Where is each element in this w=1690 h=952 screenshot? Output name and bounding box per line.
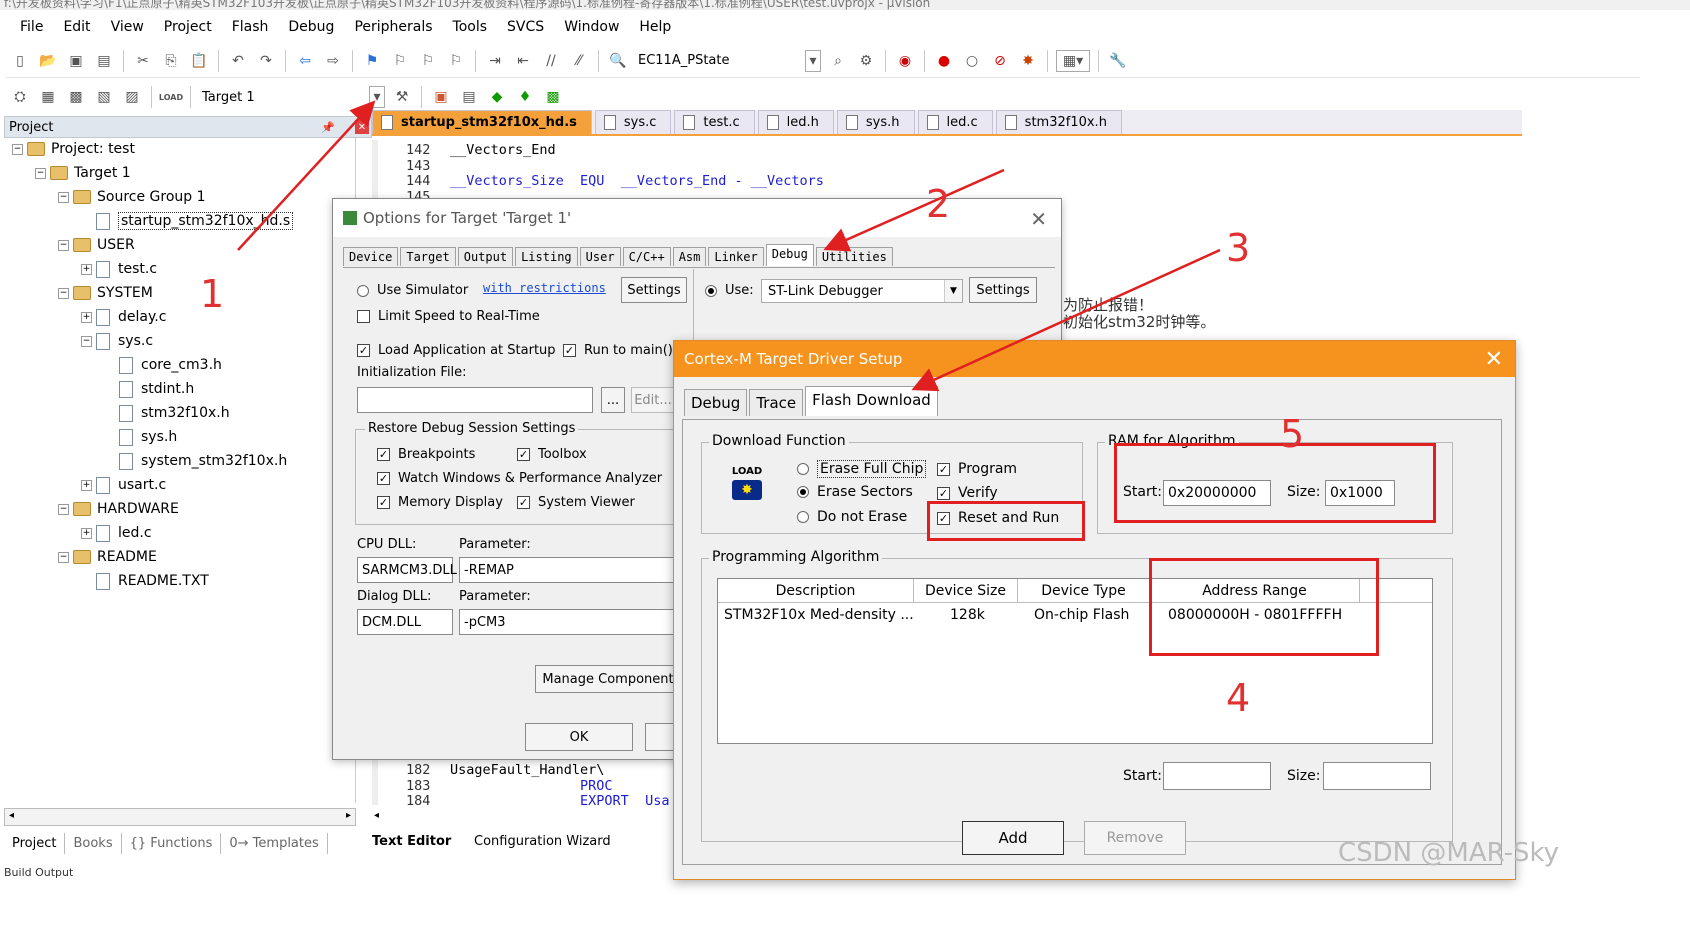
annotation-number: 1 <box>200 272 225 316</box>
arrow-2 <box>823 168 1005 252</box>
arrow-1 <box>237 100 376 251</box>
watermark: CSDN @MAR-Sky <box>1338 838 1560 868</box>
annotation-arrows <box>237 100 1221 392</box>
annotation-number: 4 <box>1226 676 1251 720</box>
annotation-number: 5 <box>1280 412 1305 456</box>
arrow-3 <box>911 248 1221 392</box>
annotation-number: 3 <box>1226 226 1251 270</box>
annotation-number: 2 <box>926 182 951 226</box>
